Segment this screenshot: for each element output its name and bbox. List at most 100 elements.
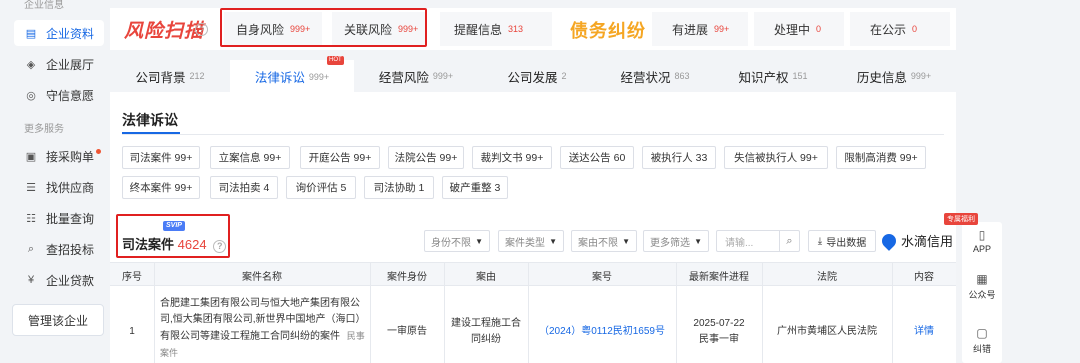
row-case-name[interactable]: 合肥建工集团有限公司与恒大地产集团有限公司,恒大集团有限公司,新世界中国地产（海…: [160, 296, 366, 362]
sidebar-item-loans[interactable]: ¥ 企业贷款: [14, 267, 104, 293]
caret-down-icon: ▼: [475, 236, 483, 246]
chip-court-session[interactable]: 开庭公告 99+: [300, 146, 380, 169]
tab-history[interactable]: 历史信息 999+: [832, 60, 956, 92]
tab-business-risk[interactable]: 经营风险 999+: [354, 60, 478, 92]
section-label-company-info: 企业信息: [24, 0, 64, 11]
debt-item-processing[interactable]: 处理中 0: [754, 12, 844, 46]
filter-more[interactable]: 更多筛选 ▼: [643, 230, 709, 252]
chip-judicial-assistance[interactable]: 司法协助 1: [364, 176, 434, 199]
filter-case-type[interactable]: 案件类型 ▼: [498, 230, 564, 252]
sidebar-item-label: 找供应商: [46, 180, 95, 195]
row-progress: 2025-07-22 民事一审: [676, 316, 762, 348]
filter-identity[interactable]: 身份不限 ▼: [424, 230, 490, 252]
export-button[interactable]: ⤓ 导出数据: [808, 230, 876, 252]
row-court: 广州市黄埔区人民法院: [777, 326, 877, 337]
loan-icon: ¥: [27, 274, 35, 286]
chip-service-notice[interactable]: 送达公告 60: [560, 146, 634, 169]
filter-case-cause[interactable]: 案由不限 ▼: [571, 230, 637, 252]
chip-bankruptcy[interactable]: 破产重整 3: [442, 176, 508, 199]
tab-label: 历史信息: [856, 70, 907, 85]
sidebar-item-credit-willingness[interactable]: ◎ 守信意愿: [14, 82, 104, 108]
col-divider: [528, 262, 529, 363]
tab-intellectual-property[interactable]: 知识产权 151: [714, 60, 832, 92]
debt-item-progress[interactable]: 有进展 99+: [652, 12, 748, 46]
sidebar-item-company-profile[interactable]: ▤ 企业资料: [14, 20, 104, 46]
sidebar-item-purchase-orders[interactable]: ▣ 接采购单: [14, 143, 104, 169]
tab-label: 知识产权: [738, 70, 789, 85]
chip-court-notice[interactable]: 法院公告 99+: [388, 146, 464, 169]
tab-company-development[interactable]: 公司发展 2: [478, 60, 596, 92]
col-identity: 案件身份: [387, 271, 427, 283]
chip-executed-persons[interactable]: 被执行人 33: [642, 146, 716, 169]
tab-count: 2: [561, 71, 567, 81]
tab-label: 法律诉讼: [254, 71, 305, 85]
tab-company-background[interactable]: 公司背景 212: [110, 60, 230, 92]
target-icon: ◎: [26, 89, 36, 102]
sidebar-item-showroom[interactable]: ◈ 企业展厅: [14, 51, 104, 77]
chip-judicial-cases[interactable]: 司法案件 99+: [122, 146, 200, 169]
search-icon[interactable]: ⌕: [779, 231, 799, 251]
tab-label: 经营风险: [378, 70, 429, 85]
risk-item-count: 313: [508, 24, 524, 34]
main-content: 风险扫描 ? 自身风险 999+ 关联风险 999+ 提醒信息 313 债务纠纷 有进…: [110, 0, 956, 363]
exclusive-benefit-badge[interactable]: 专属福利: [944, 213, 978, 225]
progress-stage: 民事一审: [699, 334, 739, 345]
wechat-account-button[interactable]: ▦ 公众号: [962, 272, 1002, 301]
chip-judgments[interactable]: 裁判文书 99+: [472, 146, 552, 169]
sidebar-item-label: 查招投标: [46, 242, 95, 257]
filter-label: 案由不限: [578, 237, 618, 249]
tab-label: 公司发展: [507, 70, 558, 85]
brand-logo: 水滴信用: [879, 230, 953, 251]
sidebar-item-label: 企业展厅: [46, 57, 95, 72]
chip-dishonest-executed[interactable]: 失信被执行人 99+: [724, 146, 828, 169]
row-detail-link[interactable]: 详情: [892, 324, 956, 340]
sidebar-item-label: 接采购单: [46, 149, 95, 164]
tab-count: 999+: [432, 71, 454, 81]
search-icon: ⌕: [27, 242, 35, 255]
row-case-no[interactable]: （2024）粤0112民初1659号: [528, 324, 676, 340]
phone-icon: ▯: [978, 228, 986, 242]
batch-icon: ☷: [26, 212, 36, 225]
debt-item-public[interactable]: 在公示 0: [850, 12, 950, 46]
tab-operations[interactable]: 经营状况 863: [596, 60, 714, 92]
chip-consumption-limit[interactable]: 限制高消费 99+: [836, 146, 926, 169]
search-placeholder: 请输...: [725, 237, 754, 249]
col-divider: [370, 262, 371, 363]
feedback-icon: ▢: [976, 326, 988, 340]
debt-dispute-logo: 债务纠纷: [570, 21, 646, 41]
caret-down-icon: ▼: [694, 236, 702, 246]
highlight-box-risk: [220, 8, 427, 47]
sidebar-item-label: 守信意愿: [46, 88, 95, 103]
notification-dot: [96, 148, 102, 154]
chip-judicial-auction[interactable]: 司法拍卖 4: [210, 176, 278, 199]
risk-scan-bar: 风险扫描 ? 自身风险 999+ 关联风险 999+ 提醒信息 313 债务纠纷 有进…: [110, 8, 956, 50]
col-divider: [444, 262, 445, 363]
panel-title: 法律诉讼: [122, 112, 178, 128]
col-progress: 最新案件进程: [689, 271, 749, 283]
chip-filing-info[interactable]: 立案信息 99+: [210, 146, 290, 169]
rail-label: 纠错: [972, 344, 991, 354]
risk-item-reminders[interactable]: 提醒信息 313: [440, 12, 552, 46]
tab-count: 151: [792, 71, 808, 81]
debt-item-count: 99+: [714, 24, 730, 34]
tab-legal-litigation[interactable]: 法律诉讼 999+ HOT: [230, 56, 354, 93]
chip-terminated-cases[interactable]: 终本案件 99+: [122, 176, 200, 199]
legal-panel: 法律诉讼 司法案件 99+ 立案信息 99+ 开庭公告 99+ 法院公告 99+…: [110, 92, 956, 363]
feedback-button[interactable]: ▢ 纠错: [962, 326, 1002, 355]
tab-count: 212: [189, 71, 205, 81]
sidebar-item-find-suppliers[interactable]: ☰ 找供应商: [14, 174, 104, 200]
caret-down-icon: ▼: [622, 236, 630, 246]
debt-item-count: 0: [912, 24, 918, 34]
export-label: 导出数据: [826, 237, 867, 249]
manage-company-button[interactable]: 管理该企业: [12, 304, 104, 336]
debt-item-label: 有进展: [672, 22, 709, 37]
row-identity: 一审原告: [387, 326, 427, 337]
app-button[interactable]: ▯ APP: [962, 228, 1002, 254]
help-icon[interactable]: ?: [195, 23, 208, 36]
tab-count: 999+: [308, 71, 330, 82]
download-icon: ⤓: [817, 235, 823, 247]
sidebar-item-batch-query[interactable]: ☷ 批量查询: [14, 205, 104, 231]
sidebar-item-bidding[interactable]: ⌕ 查招投标: [14, 236, 104, 262]
search-input[interactable]: 请输... ⌕: [716, 230, 800, 252]
chip-valuation[interactable]: 询价评估 5: [286, 176, 356, 199]
